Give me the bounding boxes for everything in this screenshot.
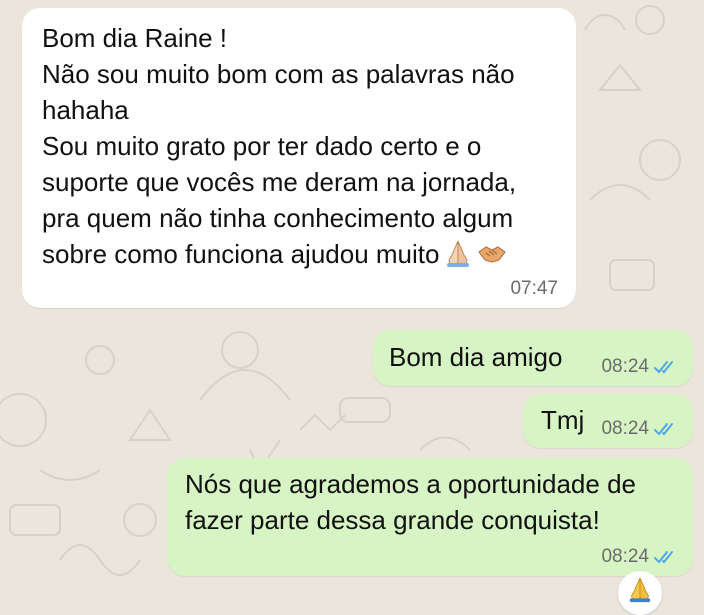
message-timestamp: 07:47 <box>510 278 558 299</box>
praying-hands-icon <box>629 577 651 603</box>
message-meta: 08:24 <box>601 418 679 440</box>
message-reaction[interactable] <box>618 571 662 615</box>
message-timestamp: 08:24 <box>601 418 649 439</box>
message-line: Nós que agrademos a oportunidade de <box>185 469 636 499</box>
message-timestamp: 08:24 <box>601 546 649 567</box>
outgoing-message-bubble[interactable]: Tmj 08:24 <box>523 394 693 448</box>
double-check-read-icon <box>654 423 673 436</box>
handshake-icon <box>478 246 507 263</box>
message-text: Bom dia amigo <box>389 342 563 372</box>
message-line: fazer parte dessa grande conquista! <box>185 505 600 535</box>
double-check-read-icon <box>654 551 673 564</box>
message-line: Sou muito grato por ter dado certo e o <box>42 131 482 161</box>
message-line: pra quem não tinha conhecimento algum <box>42 203 514 233</box>
incoming-message-bubble[interactable]: Bom dia Raine ! Não sou muito bom com as… <box>22 8 576 308</box>
message-meta: 08:24 <box>601 356 679 378</box>
message-line-text: sobre como funciona ajudou muito <box>42 239 440 269</box>
outgoing-message-bubble[interactable]: Bom dia amigo 08:24 <box>373 330 693 386</box>
message-timestamp: 08:24 <box>601 356 649 377</box>
message-line-with-emoji: sobre como funciona ajudou muito <box>42 236 556 272</box>
praying-hands-icon <box>447 240 470 267</box>
message-line: suporte que vocês me deram na jornada, <box>42 167 517 197</box>
outgoing-message-bubble[interactable]: Nós que agrademos a oportunidade de faze… <box>167 458 693 576</box>
message-line: Não sou muito bom com as palavras não <box>42 59 515 89</box>
message-text: Tmj <box>541 405 585 435</box>
double-check-read-icon <box>654 361 673 374</box>
message-text: Nós que agrademos a oportunidade de faze… <box>185 466 636 538</box>
message-line: Bom dia Raine ! <box>42 23 227 53</box>
message-line: hahaha <box>42 95 129 125</box>
message-meta: 08:24 <box>601 546 679 568</box>
